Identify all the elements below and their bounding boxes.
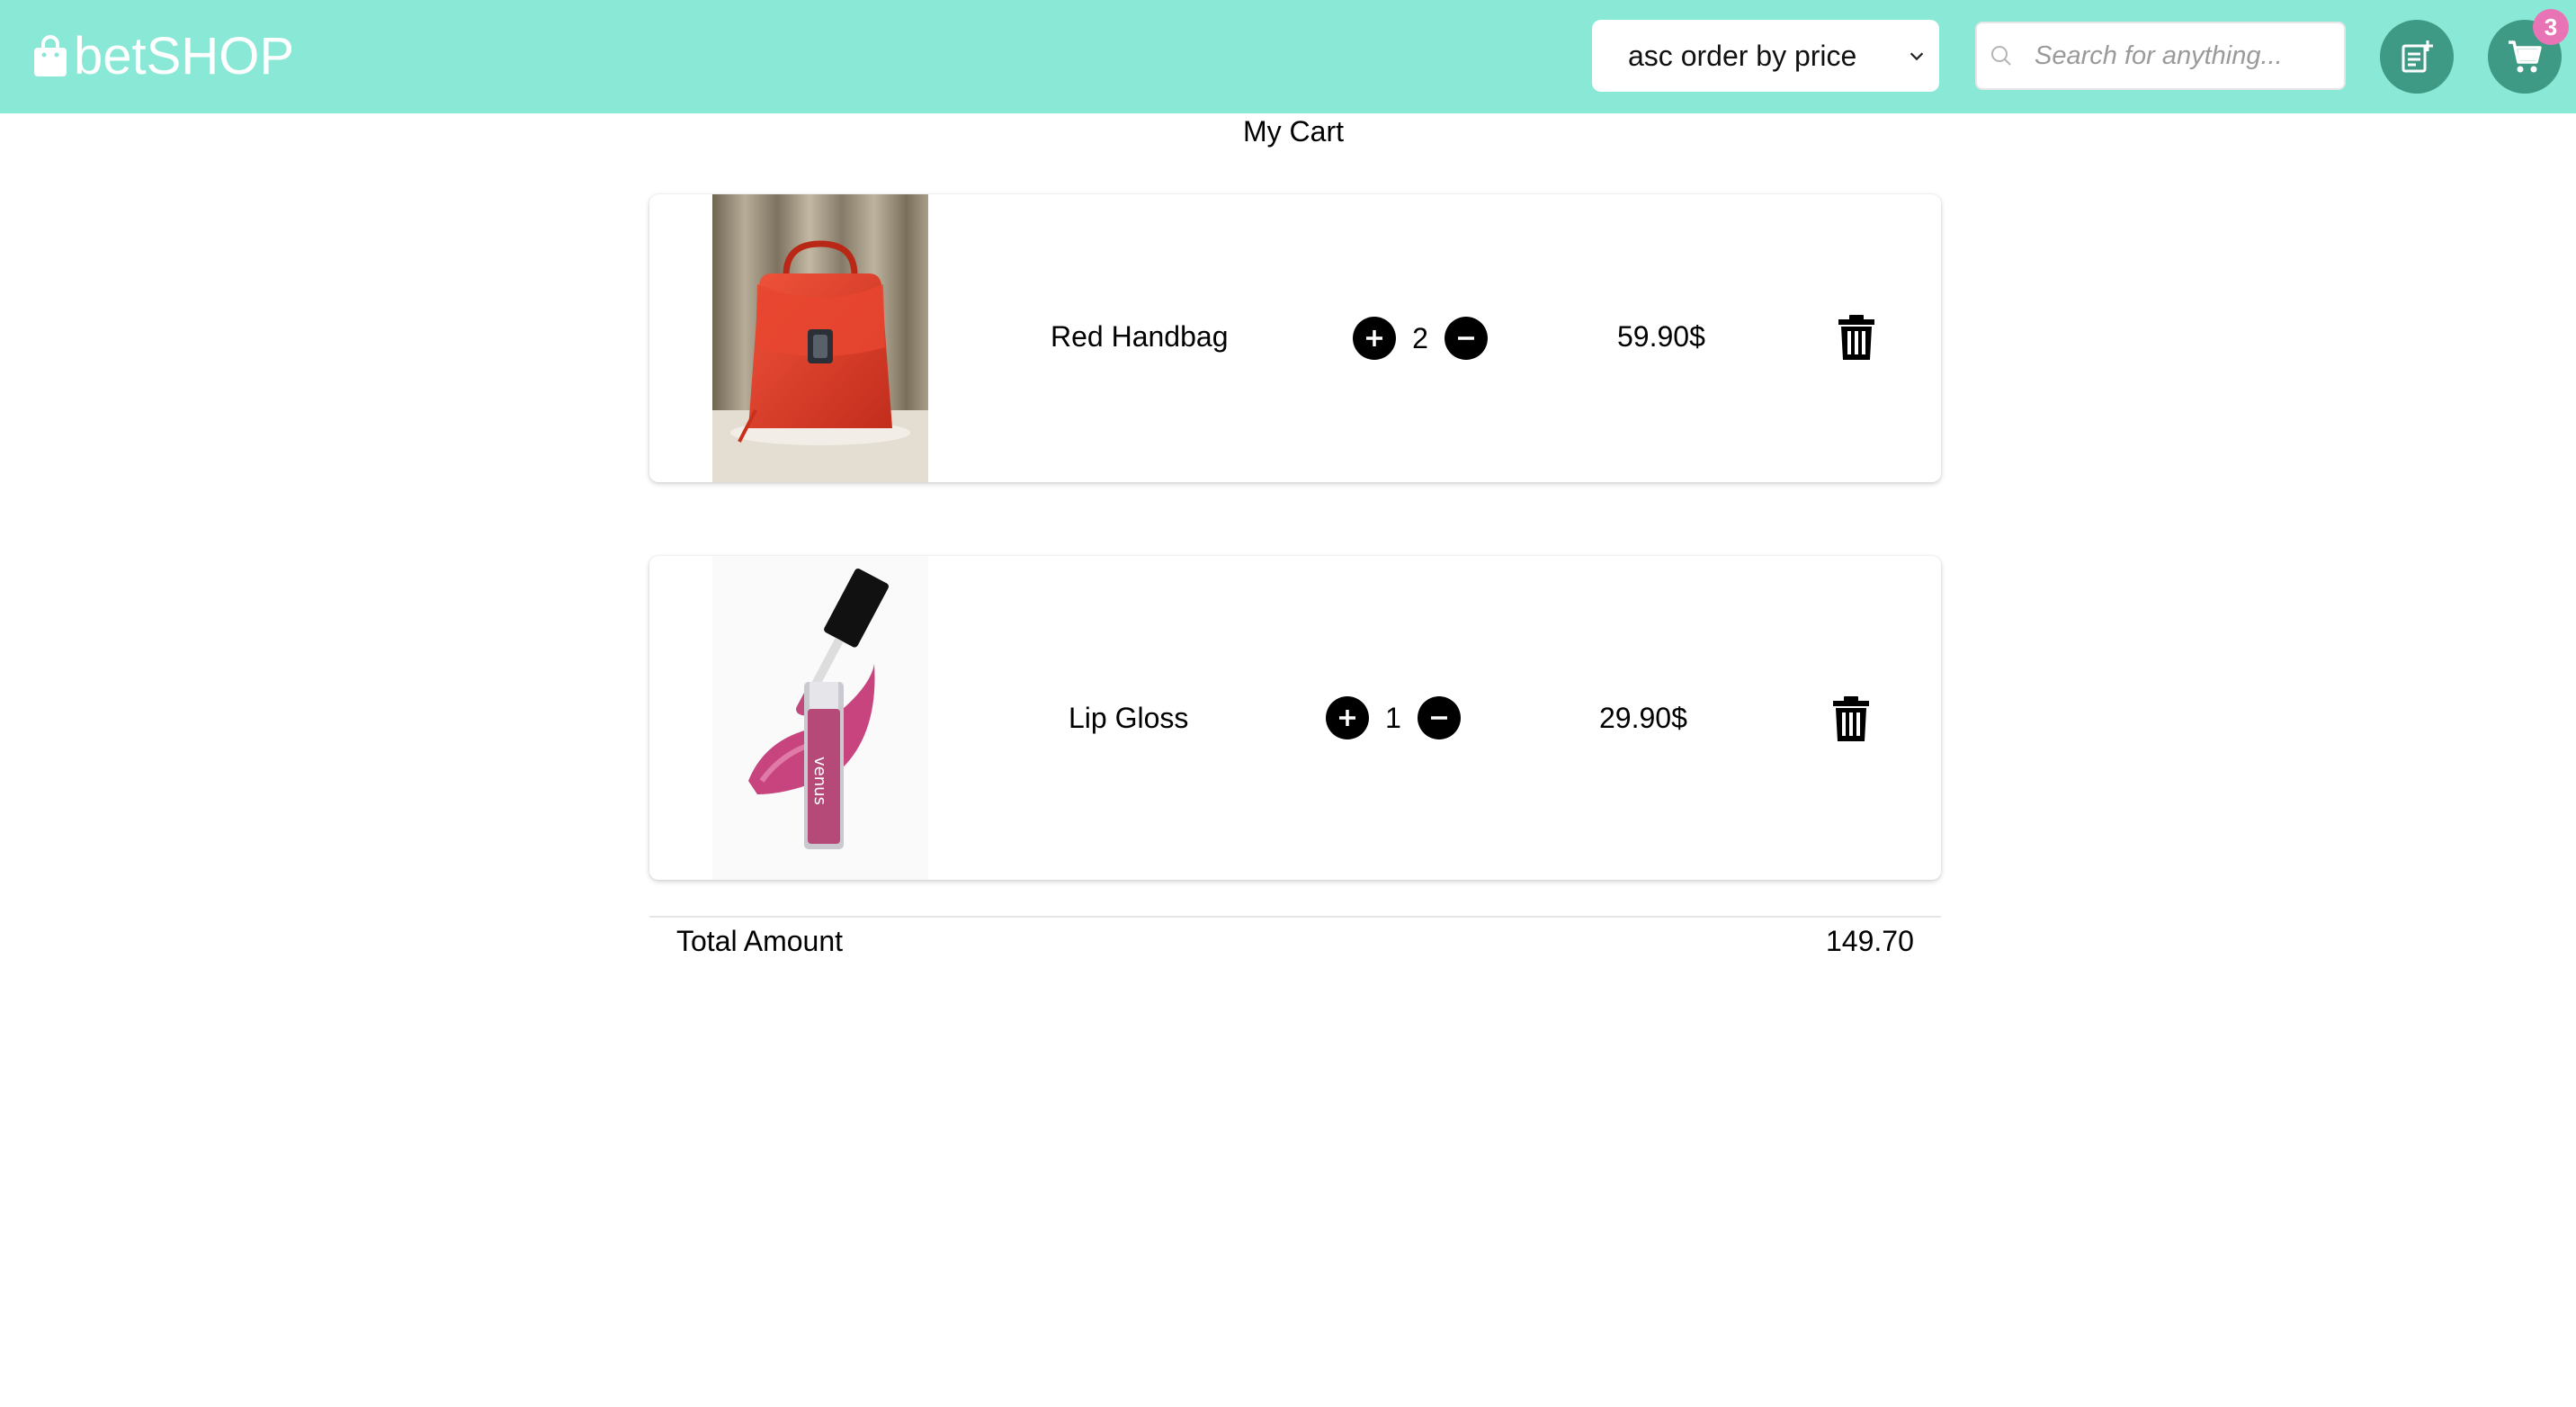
delete-item-icon[interactable] xyxy=(1837,315,1876,360)
cart-item: venus Lip Gloss 1 29.90$ xyxy=(649,556,1941,880)
quantity-value: 1 xyxy=(1385,701,1401,734)
total-label: Total Amount xyxy=(676,925,843,957)
delete-item-icon[interactable] xyxy=(1831,696,1871,741)
search-icon xyxy=(1991,46,2011,66)
cart-item: Red Handbag 2 59.90$ xyxy=(649,194,1941,482)
plus-icon xyxy=(1366,330,1382,346)
plus-icon xyxy=(1339,710,1355,726)
add-product-button[interactable] xyxy=(2380,20,2454,94)
decrease-quantity-button[interactable] xyxy=(1445,317,1488,360)
top-bar: betSHOP asc order by price Search for an… xyxy=(0,0,2576,113)
quantity-value: 2 xyxy=(1412,321,1428,354)
brand-name: betSHOP xyxy=(74,27,294,85)
item-price: 59.90$ xyxy=(1617,320,1705,353)
total-divider xyxy=(649,916,1941,918)
add-note-icon xyxy=(2402,40,2433,73)
shopping-cart-icon xyxy=(2509,40,2542,73)
brand-logo[interactable]: betSHOP xyxy=(32,25,294,88)
shopping-bag-icon xyxy=(34,35,67,76)
page-title: My Cart xyxy=(1243,115,1344,148)
item-name: Red Handbag xyxy=(1051,320,1229,353)
quantity-stepper: 1 xyxy=(1326,696,1461,739)
item-name: Lip Gloss xyxy=(1069,702,1189,734)
red-handbag-image xyxy=(712,194,928,482)
increase-quantity-button[interactable] xyxy=(1326,696,1369,739)
total-amount: 149.70 xyxy=(1826,925,1914,957)
svg-text:venus: venus xyxy=(810,757,829,805)
increase-quantity-button[interactable] xyxy=(1353,317,1396,360)
minus-icon xyxy=(1431,716,1447,720)
sort-dropdown-value: asc order by price xyxy=(1628,39,1857,72)
item-price: 29.90$ xyxy=(1599,702,1687,734)
search-field[interactable] xyxy=(1975,22,2346,90)
quantity-stepper: 2 xyxy=(1353,317,1488,360)
lip-gloss-image: venus xyxy=(712,556,928,880)
sort-dropdown[interactable]: asc order by price xyxy=(1592,20,1939,92)
decrease-quantity-button[interactable] xyxy=(1418,696,1461,739)
minus-icon xyxy=(1458,336,1474,340)
cart-count-badge: 3 xyxy=(2533,9,2569,45)
chevron-down-icon xyxy=(1910,52,1924,61)
search-input[interactable] xyxy=(2033,40,2339,72)
